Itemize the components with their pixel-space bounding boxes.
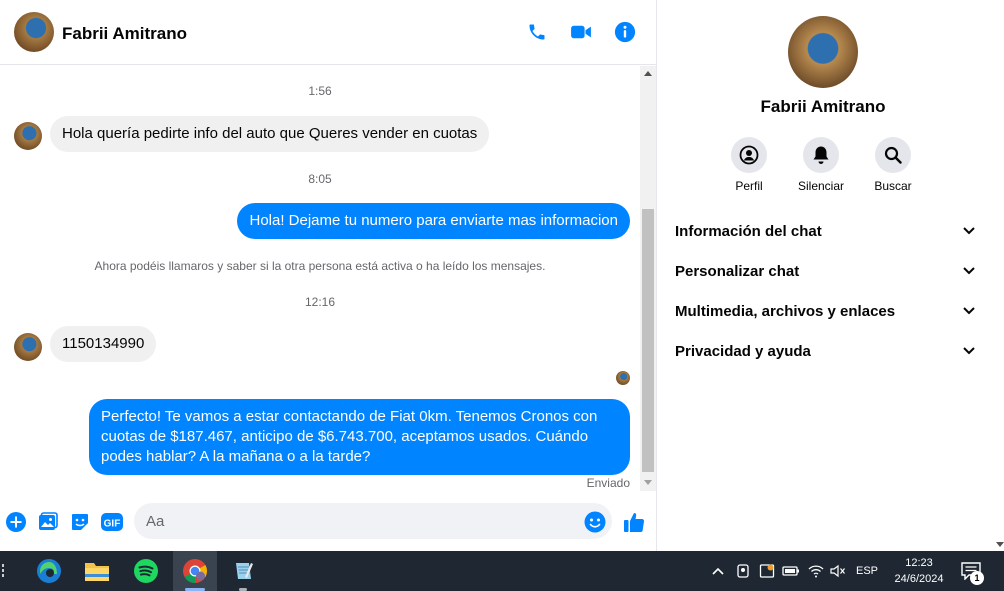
contact-name[interactable]: Fabrii Amitrano <box>62 24 187 44</box>
section-customize-chat[interactable]: Personalizar chat <box>675 263 975 287</box>
section-label: Privacidad y ayuda <box>675 343 811 360</box>
chevron-down-icon <box>963 307 975 315</box>
gif-label: GIF <box>104 519 121 530</box>
phone-icon[interactable] <box>525 20 549 44</box>
message-input[interactable] <box>134 503 612 539</box>
section-privacy-help[interactable]: Privacidad y ayuda <box>675 343 975 367</box>
profile-label: Perfil <box>735 179 763 193</box>
bell-icon <box>813 146 829 164</box>
message-line: cuotas de $187.467, anticipo de $6.743.7… <box>101 428 589 445</box>
panel-contact-avatar[interactable] <box>788 16 858 88</box>
show-desktop-handle[interactable] <box>0 551 8 591</box>
outgoing-message[interactable]: Hola! Dejame tu numero para enviarte mas… <box>237 203 630 239</box>
like-icon[interactable] <box>623 511 645 533</box>
composer: GIF <box>0 495 656 551</box>
chat-pane: Fabrii Amitrano 1:56 Hola quería pedirte… <box>0 0 657 551</box>
edge-icon[interactable] <box>27 551 71 591</box>
chevron-down-icon <box>963 267 975 275</box>
section-label: Información del chat <box>675 223 822 240</box>
file-explorer-icon[interactable] <box>75 551 119 591</box>
info-icon[interactable] <box>613 20 637 44</box>
notification-count-badge: 1 <box>970 571 984 585</box>
section-chat-info[interactable]: Información del chat <box>675 223 975 247</box>
seen-indicator-avatar <box>616 371 630 385</box>
panel-contact-name: Fabrii Amitrano <box>760 97 886 116</box>
profile-icon <box>739 145 759 165</box>
section-media-files-links[interactable]: Multimedia, archivos y enlaces <box>675 303 975 327</box>
add-icon[interactable] <box>5 511 27 533</box>
scroll-thumb[interactable] <box>642 209 654 472</box>
gif-icon[interactable]: GIF <box>101 511 123 533</box>
outgoing-message[interactable]: Perfecto! Te vamos a estar contactando d… <box>89 399 630 475</box>
timestamp: 1:56 <box>308 84 332 98</box>
message-list: 1:56 Hola quería pedirte info del auto q… <box>0 66 640 491</box>
battery-icon[interactable] <box>781 551 801 591</box>
incoming-message[interactable]: 1150134990 <box>50 326 157 362</box>
notepad-icon[interactable] <box>221 551 265 591</box>
timestamp: 8:05 <box>308 172 332 186</box>
chat-details-panel: Fabrii Amitrano Perfil Silenciar Buscar … <box>658 0 1004 551</box>
scroll-up-arrow-icon[interactable] <box>644 71 652 76</box>
search-icon <box>884 146 902 164</box>
sticker-icon[interactable] <box>69 511 91 533</box>
system-note: Ahora podéis llamaros y saber si la otra… <box>94 259 546 273</box>
panel-scroll-down-icon[interactable] <box>996 542 1004 547</box>
chevron-down-icon <box>963 347 975 355</box>
emoji-icon[interactable] <box>584 511 606 533</box>
photo-icon[interactable] <box>37 511 59 533</box>
scroll-down-arrow-icon[interactable] <box>644 480 652 485</box>
video-call-icon[interactable] <box>569 20 593 44</box>
message-line: podes hablar? A la mañana o a la tarde? <box>101 448 371 465</box>
windows-taskbar: ESP 12:23 24/6/2024 1 <box>0 551 1004 591</box>
meet-now-icon[interactable] <box>733 551 753 591</box>
chrome-icon[interactable] <box>173 551 217 591</box>
language-indicator[interactable]: ESP <box>852 551 882 591</box>
section-label: Personalizar chat <box>675 263 800 280</box>
profile-button[interactable]: Perfil <box>713 137 785 193</box>
wifi-icon[interactable] <box>805 551 827 591</box>
speaker-muted-icon[interactable] <box>828 551 848 591</box>
message-scrollbar[interactable] <box>640 66 656 491</box>
mute-button[interactable]: Silenciar <box>785 137 857 193</box>
incoming-message[interactable]: Hola quería pedirte info del auto que Qu… <box>50 116 490 152</box>
timestamp: 12:16 <box>304 295 336 309</box>
chevron-down-icon <box>963 227 975 235</box>
spotify-icon[interactable] <box>124 551 168 591</box>
search-button[interactable]: Buscar <box>857 137 929 193</box>
sent-status: Enviado <box>586 476 630 490</box>
sender-avatar[interactable] <box>14 333 42 361</box>
search-label: Buscar <box>874 179 912 193</box>
message-line: Perfecto! Te vamos a estar contactando d… <box>101 408 598 425</box>
security-alert-icon[interactable] <box>757 551 777 591</box>
sender-avatar[interactable] <box>14 122 42 150</box>
chat-header: Fabrii Amitrano <box>0 0 656 65</box>
clock-time: 12:23 <box>905 557 933 569</box>
mute-label: Silenciar <box>797 179 845 193</box>
clock[interactable]: 12:23 24/6/2024 <box>886 555 952 587</box>
clock-date: 24/6/2024 <box>894 573 944 585</box>
section-label: Multimedia, archivos y enlaces <box>675 303 896 320</box>
app: Fabrii Amitrano 1:56 Hola quería pedirte… <box>0 0 1004 591</box>
chevron-up-icon[interactable] <box>708 551 728 591</box>
contact-avatar[interactable] <box>14 12 54 52</box>
